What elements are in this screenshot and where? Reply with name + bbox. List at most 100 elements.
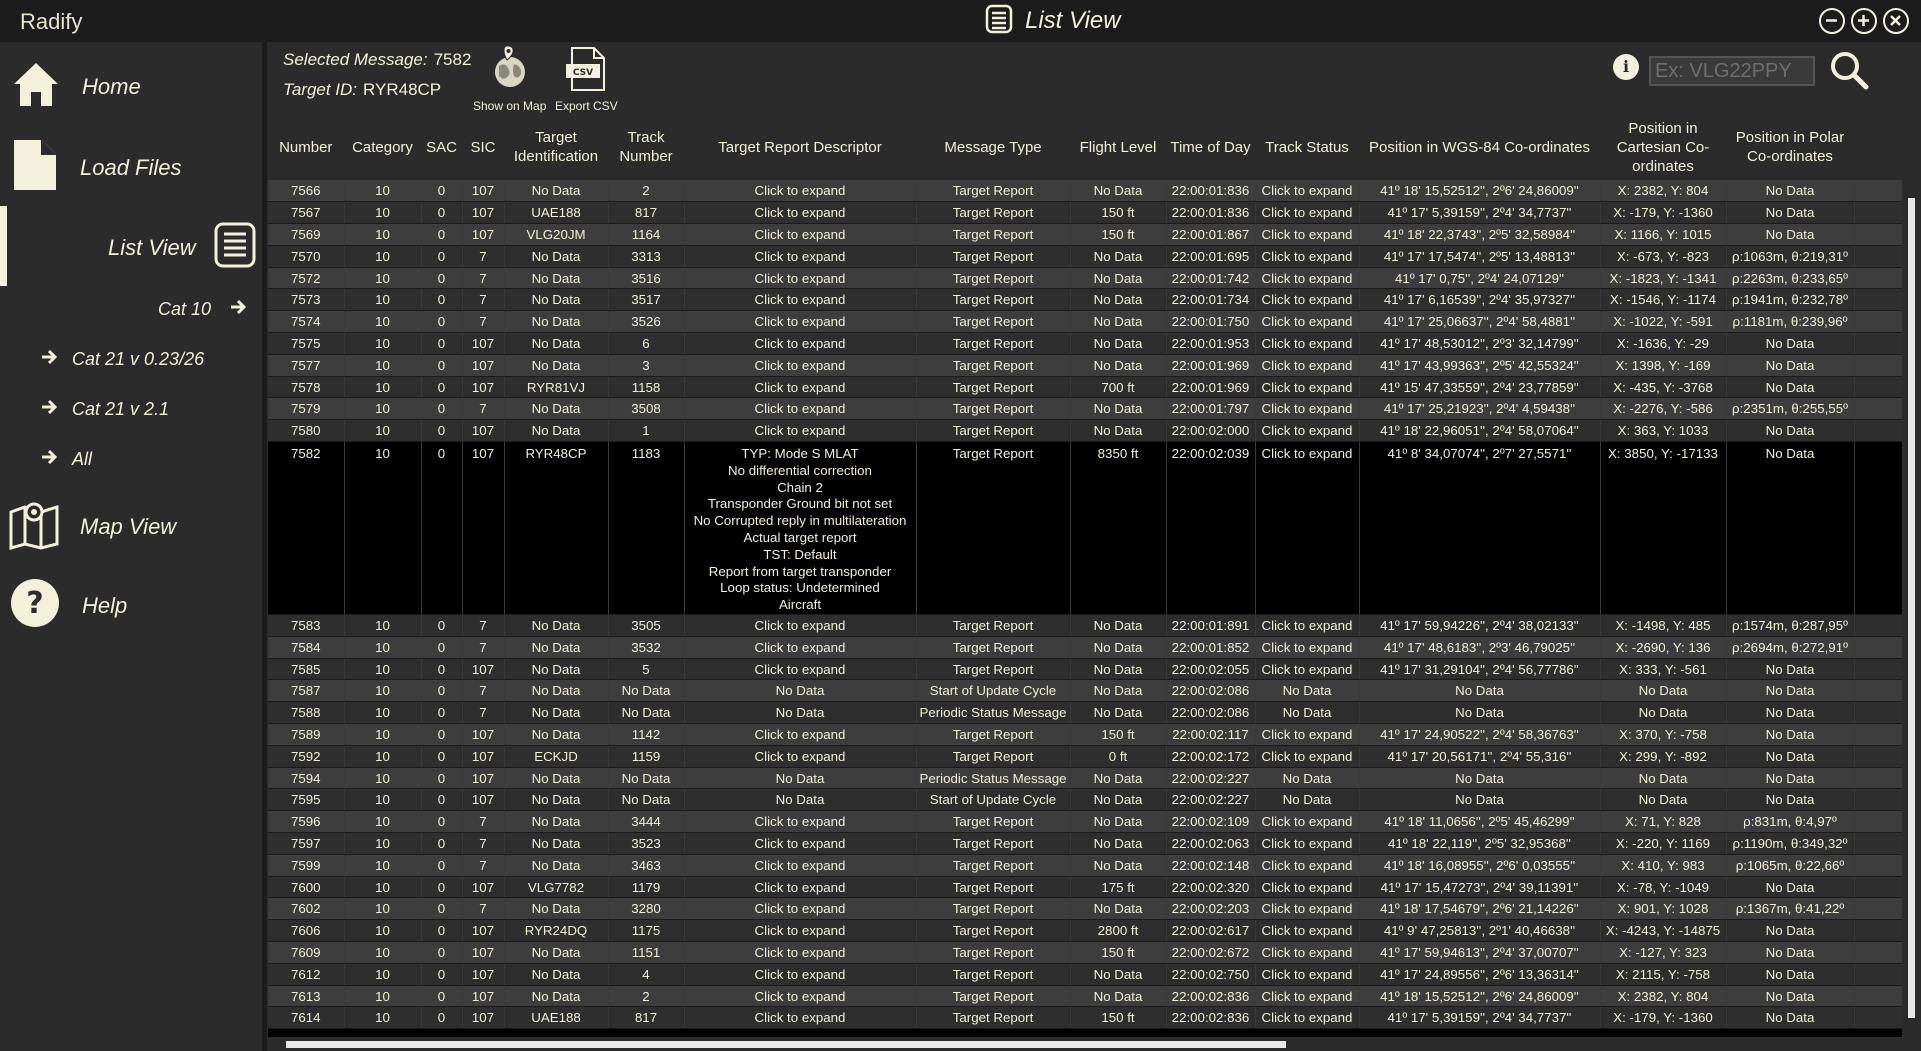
column-header[interactable]: Number <box>268 114 345 180</box>
table-cell[interactable]: Click to expand <box>1255 941 1360 964</box>
table-row[interactable]: 7573 10 0 7 No Data 3517 Click to expand Target… <box>268 288 1902 312</box>
table-cell[interactable]: Click to expand <box>1255 614 1360 637</box>
column-header[interactable]: Trac <box>1854 114 1902 180</box>
table-row[interactable]: 7613 10 0 107 No Data 2 Click to expand Target … <box>268 985 1902 1008</box>
table-row[interactable]: 7589 10 0 107 No Data 1142 Click to expand Targ… <box>268 723 1902 746</box>
table-cell[interactable]: Click to expand <box>684 636 917 659</box>
sidebar-item-cat21-old[interactable]: Cat 21 v 0.23/26 <box>40 348 204 371</box>
table-cell[interactable]: Click to expand <box>684 919 917 943</box>
table-row[interactable]: 7596 10 0 7 No Data 3444 Click to expand Target… <box>268 810 1902 834</box>
table-cell[interactable]: Click to expand <box>1255 180 1360 203</box>
table-row[interactable]: 7614 10 0 107 UAE188 817 Click to expand Target… <box>268 1006 1902 1030</box>
search-button[interactable] <box>1829 50 1869 90</box>
table-cell[interactable]: Click to expand <box>684 832 917 855</box>
table-cell[interactable]: Click to expand <box>684 376 917 399</box>
table-row[interactable]: 7588 10 0 7 No Data No Data No Data Periodic St… <box>268 701 1902 725</box>
table-cell[interactable]: Click to expand <box>1255 288 1360 312</box>
table-cell[interactable]: Click to expand <box>1255 397 1360 421</box>
column-header[interactable]: SIC <box>462 114 505 180</box>
table-row[interactable]: 7582 10 0 107 RYR48CP 1183 TYP: Mode S MLAT No … <box>268 441 1902 616</box>
table-row[interactable]: 7566 10 0 107 No Data 2 Click to expand Target … <box>268 180 1902 203</box>
table-row[interactable]: 7612 10 0 107 No Data 4 Click to expand Target … <box>268 963 1902 986</box>
table-cell[interactable]: Click to expand <box>1255 419 1360 443</box>
table-cell[interactable]: Click to expand <box>684 614 917 637</box>
vertical-scrollbar[interactable] <box>1902 180 1921 1037</box>
column-header[interactable]: Target Identification <box>504 114 609 180</box>
info-icon[interactable]: i <box>1613 54 1639 80</box>
sidebar-item-home[interactable]: Home <box>10 58 141 115</box>
show-on-map-button[interactable]: Show on Map <box>473 45 546 113</box>
table-cell[interactable]: Click to expand <box>684 963 917 986</box>
table-row[interactable]: 7584 10 0 7 No Data 3532 Click to expand Target… <box>268 636 1902 659</box>
table-cell[interactable]: Click to expand <box>684 223 917 246</box>
table-row[interactable]: 7600 10 0 107 VLG7782 1179 Click to expand Targ… <box>268 876 1902 899</box>
table-cell[interactable]: Click to expand <box>1255 832 1360 855</box>
table-cell[interactable]: Click to expand <box>684 658 917 681</box>
table-cell[interactable]: Click to expand <box>684 941 917 964</box>
horizontal-scroll-thumb[interactable] <box>286 1041 1286 1048</box>
table-cell[interactable]: Click to expand <box>1255 267 1360 290</box>
maximize-button[interactable] <box>1851 8 1877 34</box>
table-row[interactable]: 7579 10 0 7 No Data 3508 Click to expand Target… <box>268 397 1902 421</box>
table-row[interactable]: 7602 10 0 7 No Data 3280 Click to expand Target… <box>268 897 1902 921</box>
table-row[interactable]: 7609 10 0 107 No Data 1151 Click to expand Targ… <box>268 941 1902 964</box>
table-cell[interactable]: Click to expand <box>684 854 917 877</box>
table-row[interactable]: 7595 10 0 107 No Data No Data No Data Start of … <box>268 788 1902 812</box>
column-header[interactable]: Track Number <box>608 114 685 180</box>
table-cell[interactable]: Click to expand <box>1255 354 1360 377</box>
table-cell[interactable]: Click to expand <box>1255 810 1360 834</box>
table-cell[interactable]: Click to expand <box>684 180 917 203</box>
column-header[interactable]: SAC <box>421 114 463 180</box>
table-cell[interactable]: Click to expand <box>1255 441 1360 616</box>
table-cell[interactable]: Click to expand <box>684 876 917 899</box>
table-cell[interactable]: Click to expand <box>1255 963 1360 986</box>
column-header[interactable]: Position in Polar Co-ordinates <box>1726 114 1855 180</box>
table-cell[interactable]: Click to expand <box>684 397 917 421</box>
table-row[interactable]: 7567 10 0 107 UAE188 817 Click to expand Target… <box>268 201 1902 225</box>
table-row[interactable]: 7580 10 0 107 No Data 1 Click to expand Target … <box>268 419 1902 443</box>
column-header[interactable]: Message Type <box>916 114 1071 180</box>
horizontal-scrollbar[interactable] <box>268 1037 1902 1051</box>
table-row[interactable]: 7606 10 0 107 RYR24DQ 1175 Click to expand Targ… <box>268 919 1902 943</box>
table-cell[interactable]: Click to expand <box>684 1006 917 1030</box>
table-cell[interactable]: Click to expand <box>1255 854 1360 877</box>
table-row[interactable]: 7572 10 0 7 No Data 3516 Click to expand Target… <box>268 267 1902 290</box>
table-cell[interactable]: Click to expand <box>1255 723 1360 746</box>
export-csv-button[interactable]: CSV Export CSV <box>555 46 618 113</box>
table-row[interactable]: 7594 10 0 107 No Data No Data No Data Periodic … <box>268 767 1902 790</box>
table-row[interactable]: 7577 10 0 107 No Data 3 Click to expand Target … <box>268 354 1902 377</box>
table-cell[interactable]: Click to expand <box>1255 310 1360 334</box>
table-cell[interactable]: Click to expand <box>1255 985 1360 1008</box>
sidebar-item-help[interactable]: ? Help <box>10 578 127 633</box>
table-cell[interactable]: Click to expand <box>684 419 917 443</box>
table-row[interactable]: 7578 10 0 107 RYR81VJ 1158 Click to expand Targ… <box>268 376 1902 399</box>
column-header[interactable]: Flight Level <box>1070 114 1167 180</box>
table-cell[interactable]: Click to expand <box>684 245 917 268</box>
column-header[interactable]: Position in WGS-84 Co-ordinates <box>1359 114 1601 180</box>
table-cell[interactable]: Click to expand <box>1255 332 1360 355</box>
table-cell[interactable]: Click to expand <box>1255 1006 1360 1030</box>
table-cell[interactable]: Click to expand <box>684 288 917 312</box>
sidebar-item-all[interactable]: All <box>40 448 92 471</box>
table-row[interactable]: 7575 10 0 107 No Data 6 Click to expand Target … <box>268 332 1902 355</box>
table-row[interactable]: 7569 10 0 107 VLG20JM 1164 Click to expand Targ… <box>268 223 1902 246</box>
table-row[interactable]: 7570 10 0 7 No Data 3313 Click to expand Target… <box>268 245 1902 268</box>
sidebar-item-cat21-new[interactable]: Cat 21 v 2.1 <box>40 398 169 421</box>
sidebar-item-load-files[interactable]: Load Files <box>12 138 182 197</box>
table-row[interactable]: 7574 10 0 7 No Data 3526 Click to expand Target… <box>268 310 1902 334</box>
column-header[interactable]: Target Report Descriptor <box>684 114 917 180</box>
table-row[interactable]: 7599 10 0 7 No Data 3463 Click to expand Target… <box>268 854 1902 877</box>
column-header[interactable]: Position in Cartesian Co-ordinates <box>1600 114 1727 180</box>
table-cell[interactable]: Click to expand <box>684 201 917 225</box>
sidebar-item-cat10[interactable]: Cat 10 <box>158 298 247 321</box>
table-row[interactable]: 7587 10 0 7 No Data No Data No Data Start of Up… <box>268 679 1902 703</box>
table-cell[interactable]: Click to expand <box>1255 245 1360 268</box>
table-cell[interactable]: Click to expand <box>684 810 917 834</box>
table-cell[interactable]: Click to expand <box>684 745 917 768</box>
close-button[interactable] <box>1883 8 1909 34</box>
table-cell[interactable]: Click to expand <box>1255 223 1360 246</box>
messages-table-container[interactable]: Number Category SAC SIC Target Identificatio… <box>268 114 1902 1037</box>
table-row[interactable]: 7597 10 0 7 No Data 3523 Click to expand Target… <box>268 832 1902 855</box>
column-header[interactable]: Time of Day <box>1166 114 1256 180</box>
sidebar-item-map-view[interactable]: Map View <box>8 498 176 555</box>
